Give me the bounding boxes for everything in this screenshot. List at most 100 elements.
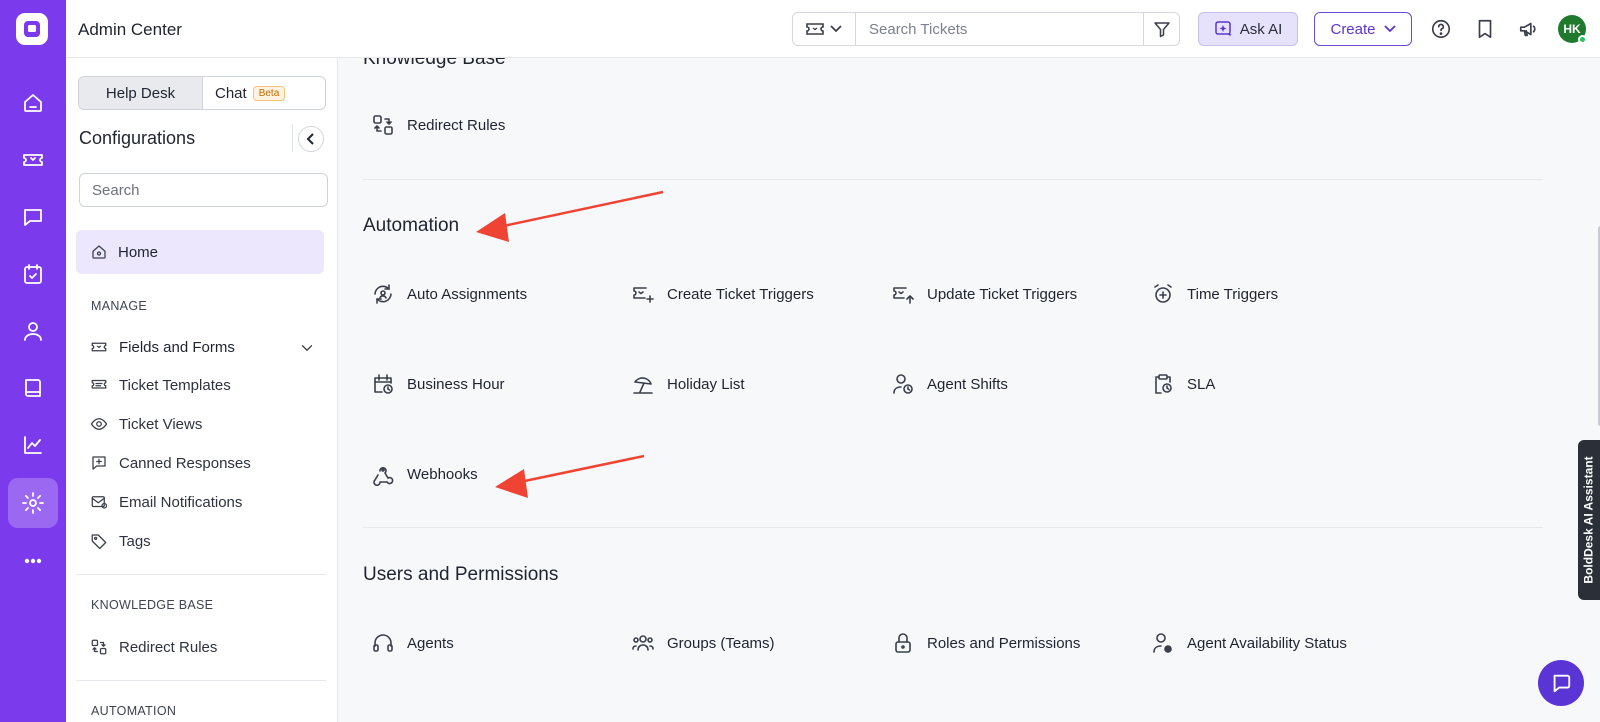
create-label: Create <box>1330 20 1376 38</box>
help-icon[interactable] <box>1428 16 1454 42</box>
divider <box>76 680 326 681</box>
tile-agents[interactable]: Agents <box>371 628 454 658</box>
chevron-down-icon <box>830 25 842 33</box>
sidebar-item-fields-and-forms[interactable]: Fields and Forms <box>90 333 320 361</box>
tile-label: Roles and Permissions <box>927 634 1081 652</box>
home-gear-icon <box>92 245 106 259</box>
calendar-clock-icon <box>374 374 393 394</box>
more-icon[interactable] <box>8 536 58 586</box>
sidebar-item-label: Email Notifications <box>119 493 243 511</box>
chat-bubble-icon <box>1553 674 1571 693</box>
tickets-icon[interactable] <box>8 135 58 185</box>
divider <box>76 574 326 575</box>
sidebar-item-tags[interactable]: Tags <box>90 527 320 555</box>
sidebar-item-label: Canned Responses <box>119 454 251 472</box>
ticket-icon <box>806 23 824 35</box>
ai-sparkle-icon <box>1214 21 1232 37</box>
app-rail <box>0 0 66 722</box>
sidebar-item-redirect-rules[interactable]: Redirect Rules <box>90 633 320 661</box>
eye-icon <box>90 418 108 430</box>
sidebar-item-ticket-templates[interactable]: Ticket Templates <box>90 371 320 399</box>
tile-label: Business Hour <box>407 375 505 393</box>
reports-icon[interactable] <box>8 420 58 470</box>
sidebar-item-ticket-views[interactable]: Ticket Views <box>90 410 320 438</box>
ask-ai-label: Ask AI <box>1239 20 1283 38</box>
home-icon[interactable] <box>8 78 58 128</box>
sidebar-item-label: Home <box>118 243 159 261</box>
tile-webhooks[interactable]: Webhooks <box>371 459 478 489</box>
section-label-knowledge-base: KNOWLEDGE BASE <box>91 598 214 612</box>
tile-roles-and-permissions[interactable]: Roles and Permissions <box>891 628 1080 658</box>
tab-help-desk[interactable]: Help Desk <box>79 77 203 109</box>
tile-label: Agents <box>407 634 454 652</box>
divider <box>363 527 1543 528</box>
search-tickets-input[interactable] <box>857 13 1142 45</box>
bolddesk-logo-icon[interactable] <box>14 11 50 47</box>
divider <box>363 179 1543 180</box>
search-type-dropdown[interactable] <box>793 13 856 45</box>
tile-update-ticket-triggers[interactable]: Update Ticket Triggers <box>891 279 1077 309</box>
clipboard-clock-icon <box>1155 374 1172 394</box>
canned-response-icon <box>92 456 106 470</box>
ai-assistant-label: BoldDesk AI Assistant <box>1582 456 1596 584</box>
ticket-field-icon <box>91 342 107 352</box>
tile-holiday-list[interactable]: Holiday List <box>631 369 745 399</box>
main-content: Knowledge Base Redirect Rules Automation… <box>339 58 1600 722</box>
online-status-dot <box>1578 35 1587 44</box>
tile-label: Agent Shifts <box>927 375 1008 393</box>
sidebar-item-home[interactable]: Home <box>76 230 324 274</box>
section-label-automation: AUTOMATION <box>91 704 177 718</box>
tag-icon <box>91 534 107 550</box>
ask-ai-button[interactable]: Ask AI <box>1198 12 1298 46</box>
tile-label: Holiday List <box>667 375 745 393</box>
section-label-manage: MANAGE <box>91 299 147 313</box>
tile-time-triggers[interactable]: Time Triggers <box>1151 279 1278 309</box>
alarm-icon <box>1154 284 1172 303</box>
redirect-icon <box>91 639 107 655</box>
tab-chat-label: Chat <box>215 84 247 102</box>
ai-assistant-tab[interactable]: BoldDesk AI Assistant <box>1578 440 1600 600</box>
ticket-search <box>792 12 1180 46</box>
section-title-automation: Automation <box>363 215 460 236</box>
tile-agent-availability-status[interactable]: Agent Availability Status <box>1151 628 1347 658</box>
contacts-icon[interactable] <box>8 306 58 356</box>
chat-launcher-button[interactable] <box>1538 660 1584 706</box>
tile-label: Update Ticket Triggers <box>927 285 1078 303</box>
create-button[interactable]: Create <box>1314 12 1412 46</box>
collapse-sidebar-button[interactable] <box>298 126 324 152</box>
filter-icon[interactable] <box>1143 13 1179 45</box>
config-search-input[interactable] <box>79 173 328 207</box>
chevron-left-icon <box>306 133 314 145</box>
tasks-icon[interactable] <box>8 249 58 299</box>
config-sidebar: Help Desk Chat Beta Configurations Home … <box>66 58 338 722</box>
tile-create-ticket-triggers[interactable]: Create Ticket Triggers <box>631 279 814 309</box>
tile-business-hour[interactable]: Business Hour <box>371 369 505 399</box>
create-trigger-icon <box>633 287 654 303</box>
tile-sla[interactable]: SLA <box>1151 369 1215 399</box>
top-bar: Admin Center Ask AI Create HK <box>66 0 1600 58</box>
tile-groups-teams[interactable]: Groups (Teams) <box>631 628 775 658</box>
knowledge-base-icon[interactable] <box>8 363 58 413</box>
tile-agent-shifts[interactable]: Agent Shifts <box>891 369 1008 399</box>
chat-icon[interactable] <box>8 192 58 242</box>
sidebar-item-email-notifications[interactable]: Email Notifications <box>90 488 320 516</box>
tab-chat[interactable]: Chat Beta <box>203 77 286 109</box>
tile-label: Redirect Rules <box>407 116 506 134</box>
users-icon <box>632 635 654 651</box>
announcement-icon[interactable] <box>1516 16 1542 42</box>
email-notification-icon <box>91 496 108 509</box>
sidebar-item-canned-responses[interactable]: Canned Responses <box>90 449 320 477</box>
tile-auto-assignments[interactable]: Auto Assignments <box>371 279 527 309</box>
sidebar-item-label: Tags <box>119 532 151 550</box>
divider <box>292 124 293 152</box>
headset-icon <box>373 634 393 652</box>
settings-gear-icon[interactable] <box>8 478 58 528</box>
sidebar-item-label: Ticket Templates <box>119 376 231 394</box>
tile-redirect-rules[interactable]: Redirect Rules <box>371 110 505 140</box>
bookmark-icon[interactable] <box>1472 16 1498 42</box>
config-title: Configurations <box>79 128 196 148</box>
tile-label: SLA <box>1187 375 1216 393</box>
product-switch: Help Desk Chat Beta <box>78 76 326 110</box>
ticket-template-icon <box>91 379 107 389</box>
section-title-users-and-permissions: Users and Permissions <box>363 564 559 585</box>
